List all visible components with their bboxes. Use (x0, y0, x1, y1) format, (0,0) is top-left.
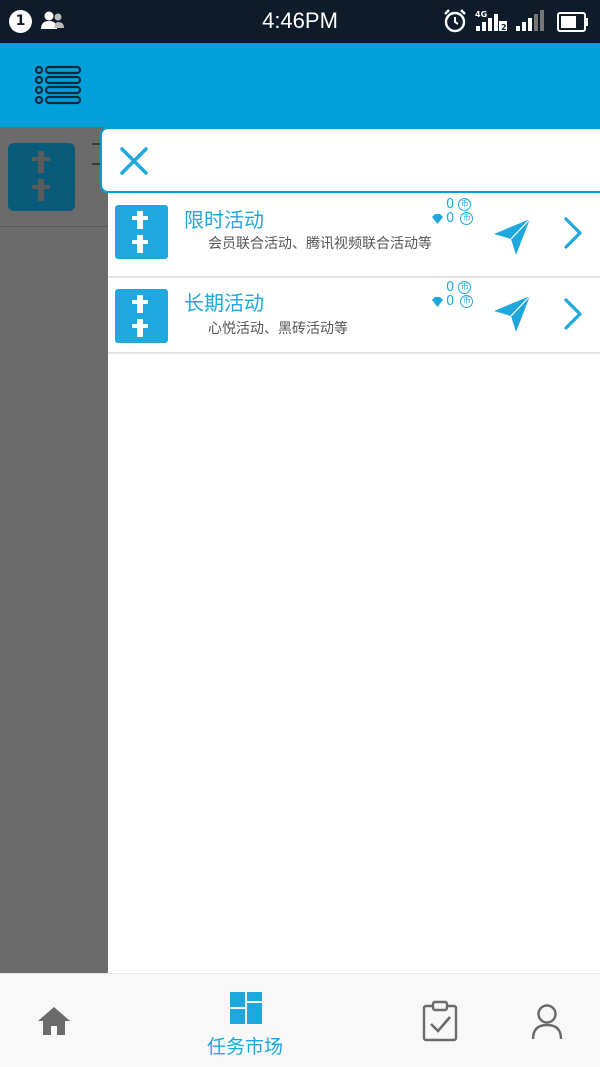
sim-label: 2 (501, 23, 507, 32)
nav-my-tasks[interactable] (408, 974, 478, 1067)
grid-icon (230, 992, 262, 1024)
vip-diamond-icon (432, 213, 443, 224)
chevron-right-icon[interactable] (562, 215, 584, 251)
nav-profile[interactable] (512, 974, 582, 1067)
activity-logo-icon (115, 289, 168, 343)
network-label: 4G (475, 10, 487, 19)
reward-vip-value: 0 (446, 294, 455, 309)
signal-4g-icon: 4G 2 (475, 10, 507, 32)
alarm-icon (444, 9, 466, 33)
reward-vip-coins: 0 币 (431, 294, 474, 309)
reward-coins: 0 币 (446, 197, 472, 212)
menu-list-icon[interactable] (34, 65, 82, 105)
status-time: 4:46PM (262, 8, 338, 33)
nav-task-market-label: 任务市场 (206, 1036, 283, 1058)
send-icon[interactable] (492, 217, 532, 257)
coin-icon: 币 (460, 212, 474, 225)
list-item-limited-activity[interactable]: 限时活动 会员联合活动、腾讯视频联合活动等 0 币 0 币 (108, 195, 600, 278)
item-title: 长期活动 (184, 291, 264, 315)
chevron-right-icon[interactable] (562, 296, 584, 332)
coin-icon: 币 (460, 295, 474, 308)
reward-coins: 0 币 (446, 280, 472, 295)
coin-icon: 币 (458, 281, 472, 294)
item-description: 会员联合活动、腾讯视频联合活动等 (208, 236, 432, 252)
clipboard-check-icon (422, 1000, 458, 1042)
reward-vip-value: 0 (446, 211, 455, 226)
send-icon[interactable] (492, 294, 532, 334)
close-icon[interactable] (118, 145, 150, 177)
nav-task-market[interactable]: 任务市场 (190, 974, 300, 1067)
home-icon (38, 1007, 70, 1035)
app-bar (0, 43, 600, 127)
drawer-header (100, 127, 600, 193)
reward-vip-coins: 0 币 (431, 211, 474, 226)
battery-icon (557, 12, 588, 32)
item-title: 限时活动 (184, 208, 264, 232)
reward-coins-value: 0 (446, 280, 455, 295)
activity-logo-icon (115, 205, 168, 259)
app-logo-icon (8, 143, 75, 211)
nav-home[interactable] (18, 974, 88, 1067)
vip-diamond-icon (432, 296, 443, 307)
item-description: 心悦活动、黑砖活动等 (208, 321, 348, 337)
list-item-long-term-activity[interactable]: 长期活动 心悦活动、黑砖活动等 0 币 0 币 (108, 278, 600, 354)
status-bar: 1 4:46PM 4G 2 (0, 0, 600, 43)
background-list-item (0, 127, 108, 227)
user-icon (531, 1004, 563, 1040)
signal-icon (516, 10, 544, 31)
activity-drawer: 限时活动 会员联合活动、腾讯视频联合活动等 0 币 0 币 长期活动 心悦活动、… (100, 127, 600, 973)
bottom-navigation: 任务市场 (0, 973, 600, 1067)
reward-coins-value: 0 (446, 197, 455, 212)
coin-icon: 币 (458, 198, 472, 211)
